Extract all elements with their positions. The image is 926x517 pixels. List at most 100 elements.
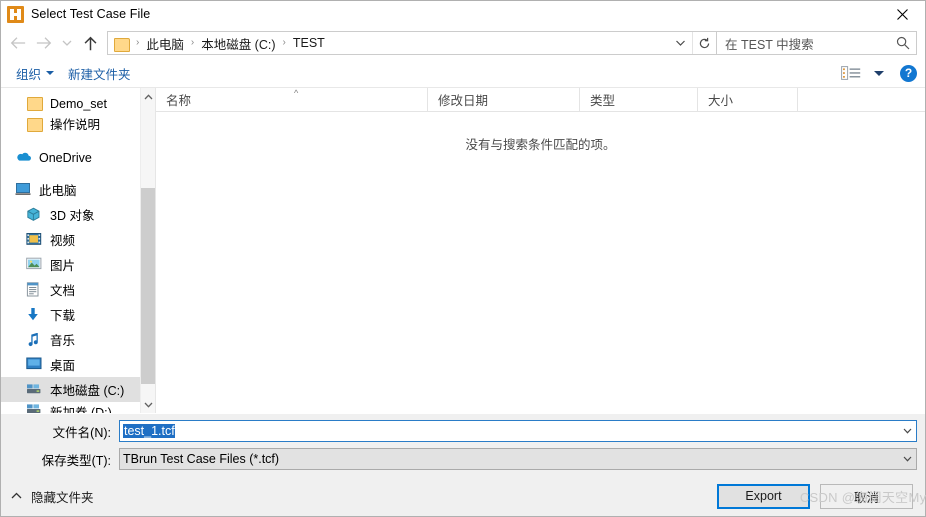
column-header-name[interactable]: 名称 ^ (156, 88, 428, 111)
title-bar: Select Test Case File (1, 1, 925, 27)
column-header-size[interactable]: 大小 (698, 88, 798, 111)
column-header-date-modified[interactable]: 修改日期 (428, 88, 580, 111)
sidebar-item-label: 3D 对象 (50, 209, 95, 223)
sidebar-item-instructions[interactable]: 操作说明 (1, 111, 155, 136)
sidebar-item-downloads[interactable]: 下载 (1, 302, 155, 327)
breadcrumb-item-0[interactable]: 此电脑 (144, 34, 186, 53)
column-header-filler (798, 88, 925, 111)
chevron-down-icon[interactable] (899, 456, 916, 462)
videos-icon (26, 232, 43, 248)
sidebar-item-label: 视频 (50, 234, 76, 248)
sidebar-item-label: 桌面 (50, 359, 76, 373)
sidebar-item-label: 本地磁盘 (C:) (50, 384, 125, 398)
breadcrumb-item-2[interactable]: TEST (291, 36, 327, 50)
column-label: 名称 (166, 94, 192, 108)
new-folder-label: 新建文件夹 (68, 67, 131, 82)
sidebar-item-demo-set[interactable]: Demo_set (1, 90, 155, 111)
sidebar-item-this-pc[interactable]: 此电脑 (1, 177, 155, 202)
sidebar-item-music[interactable]: 音乐 (1, 327, 155, 352)
filename-label: 文件名(N): (52, 425, 111, 440)
empty-list-message: 没有与搜索条件匹配的项。 (465, 138, 616, 152)
address-bar[interactable]: › 此电脑 › 本地磁盘 (C:) › TEST (107, 31, 717, 55)
file-list-pane: 名称 ^ 修改日期 类型 大小 没有与搜索条件匹配的项。 (156, 88, 925, 413)
chevron-down-icon (46, 71, 55, 75)
sidebar-item-label: 文档 (50, 284, 76, 298)
cancel-button[interactable]: 取消 CSDN @海阔天空Myx (800, 483, 926, 509)
breadcrumb-separator: › (190, 37, 195, 48)
chevron-down-icon[interactable] (899, 428, 916, 434)
back-button[interactable] (5, 30, 31, 56)
folder-icon (114, 37, 130, 52)
sidebar-item-onedrive[interactable]: OneDrive (1, 145, 155, 170)
file-form: 文件名(N): test_1.tcf 保存类型(T): TBrun Test C… (1, 413, 925, 476)
desktop-icon (26, 357, 43, 373)
filename-row: 文件名(N): test_1.tcf (1, 420, 917, 442)
documents-icon (26, 281, 43, 298)
tbrun-app-icon (7, 5, 24, 23)
sidebar-item-local-disk-c[interactable]: 本地磁盘 (C:) (1, 377, 155, 402)
sidebar-scrollbar[interactable] (140, 88, 155, 413)
filetype-label: 保存类型(T): (41, 453, 111, 468)
drive-icon (26, 382, 43, 398)
sidebar-item-new-volume-d[interactable]: 新加卷 (D:) (1, 402, 155, 413)
hide-folders-toggle[interactable]: 隐藏文件夹 (11, 487, 94, 506)
onedrive-icon (15, 150, 32, 166)
column-label: 大小 (708, 94, 734, 108)
navigation-sidebar: Demo_set 操作说明 OneDrive 此电脑 3D 对象 视频 图片 文… (1, 88, 156, 413)
chevron-up-icon[interactable] (141, 88, 155, 105)
breadcrumb: › 此电脑 › 本地磁盘 (C:) › TEST (108, 34, 668, 53)
filetype-row: 保存类型(T): TBrun Test Case Files (*.tcf) (1, 448, 917, 470)
computer-icon (15, 182, 32, 198)
sidebar-item-3d-objects[interactable]: 3D 对象 (1, 202, 155, 227)
cancel-label: 取消 (853, 490, 879, 505)
view-mode-button[interactable] (834, 62, 900, 84)
sidebar-item-label: 此电脑 (39, 184, 77, 198)
drive-icon (26, 402, 43, 413)
recent-locations-button[interactable] (57, 30, 77, 56)
search-input[interactable]: 在 TEST 中搜索 (717, 34, 890, 53)
filetype-value: TBrun Test Case Files (*.tcf) (123, 452, 280, 466)
forward-button[interactable] (31, 30, 57, 56)
downloads-icon (26, 307, 43, 323)
close-icon[interactable] (880, 1, 925, 27)
sidebar-item-label: OneDrive (39, 150, 92, 165)
organize-button[interactable]: 组织 (9, 61, 61, 86)
sidebar-item-desktop[interactable]: 桌面 (1, 352, 155, 377)
sidebar-item-label: 图片 (50, 259, 76, 273)
export-button[interactable]: Export (717, 483, 810, 509)
refresh-icon[interactable] (692, 32, 716, 54)
pictures-icon (26, 257, 43, 273)
chevron-down-icon[interactable] (141, 396, 155, 413)
scrollbar-thumb[interactable] (141, 188, 155, 384)
3d-objects-icon (26, 207, 43, 223)
breadcrumb-item-1[interactable]: 本地磁盘 (C:) (199, 34, 277, 53)
chevron-down-icon (874, 70, 884, 76)
help-icon[interactable]: ? (900, 64, 917, 82)
sidebar-item-label: 下载 (50, 309, 76, 323)
search-box[interactable]: 在 TEST 中搜索 (717, 31, 917, 55)
hide-folders-label: 隐藏文件夹 (31, 490, 94, 505)
sidebar-item-label: Demo_set (50, 97, 107, 111)
filename-input[interactable]: test_1.tcf (119, 420, 917, 442)
sidebar-item-documents[interactable]: 文档 (1, 277, 155, 302)
up-button[interactable] (77, 30, 103, 56)
folder-icon (26, 116, 43, 132)
dialog-body: Demo_set 操作说明 OneDrive 此电脑 3D 对象 视频 图片 文… (1, 88, 925, 413)
file-dialog: Select Test Case File › 此电脑 › 本地磁盘 (C:) … (0, 0, 926, 517)
filetype-select[interactable]: TBrun Test Case Files (*.tcf) (119, 448, 917, 470)
sidebar-item-pictures[interactable]: 图片 (1, 252, 155, 277)
chevron-up-icon (11, 491, 22, 502)
list-view-icon (841, 66, 861, 80)
column-header-type[interactable]: 类型 (580, 88, 698, 111)
sidebar-item-label: 操作说明 (50, 118, 101, 132)
chevron-down-icon[interactable] (668, 32, 692, 54)
file-list-header: 名称 ^ 修改日期 类型 大小 (156, 88, 925, 112)
dialog-footer: 隐藏文件夹 Export 取消 CSDN @海阔天空Myx (1, 476, 926, 516)
new-folder-button[interactable]: 新建文件夹 (61, 61, 138, 86)
window-title: Select Test Case File (31, 7, 151, 21)
filename-value-wrap: test_1.tcf (120, 424, 899, 438)
column-label: 类型 (590, 94, 616, 108)
sidebar-item-videos[interactable]: 视频 (1, 227, 155, 252)
